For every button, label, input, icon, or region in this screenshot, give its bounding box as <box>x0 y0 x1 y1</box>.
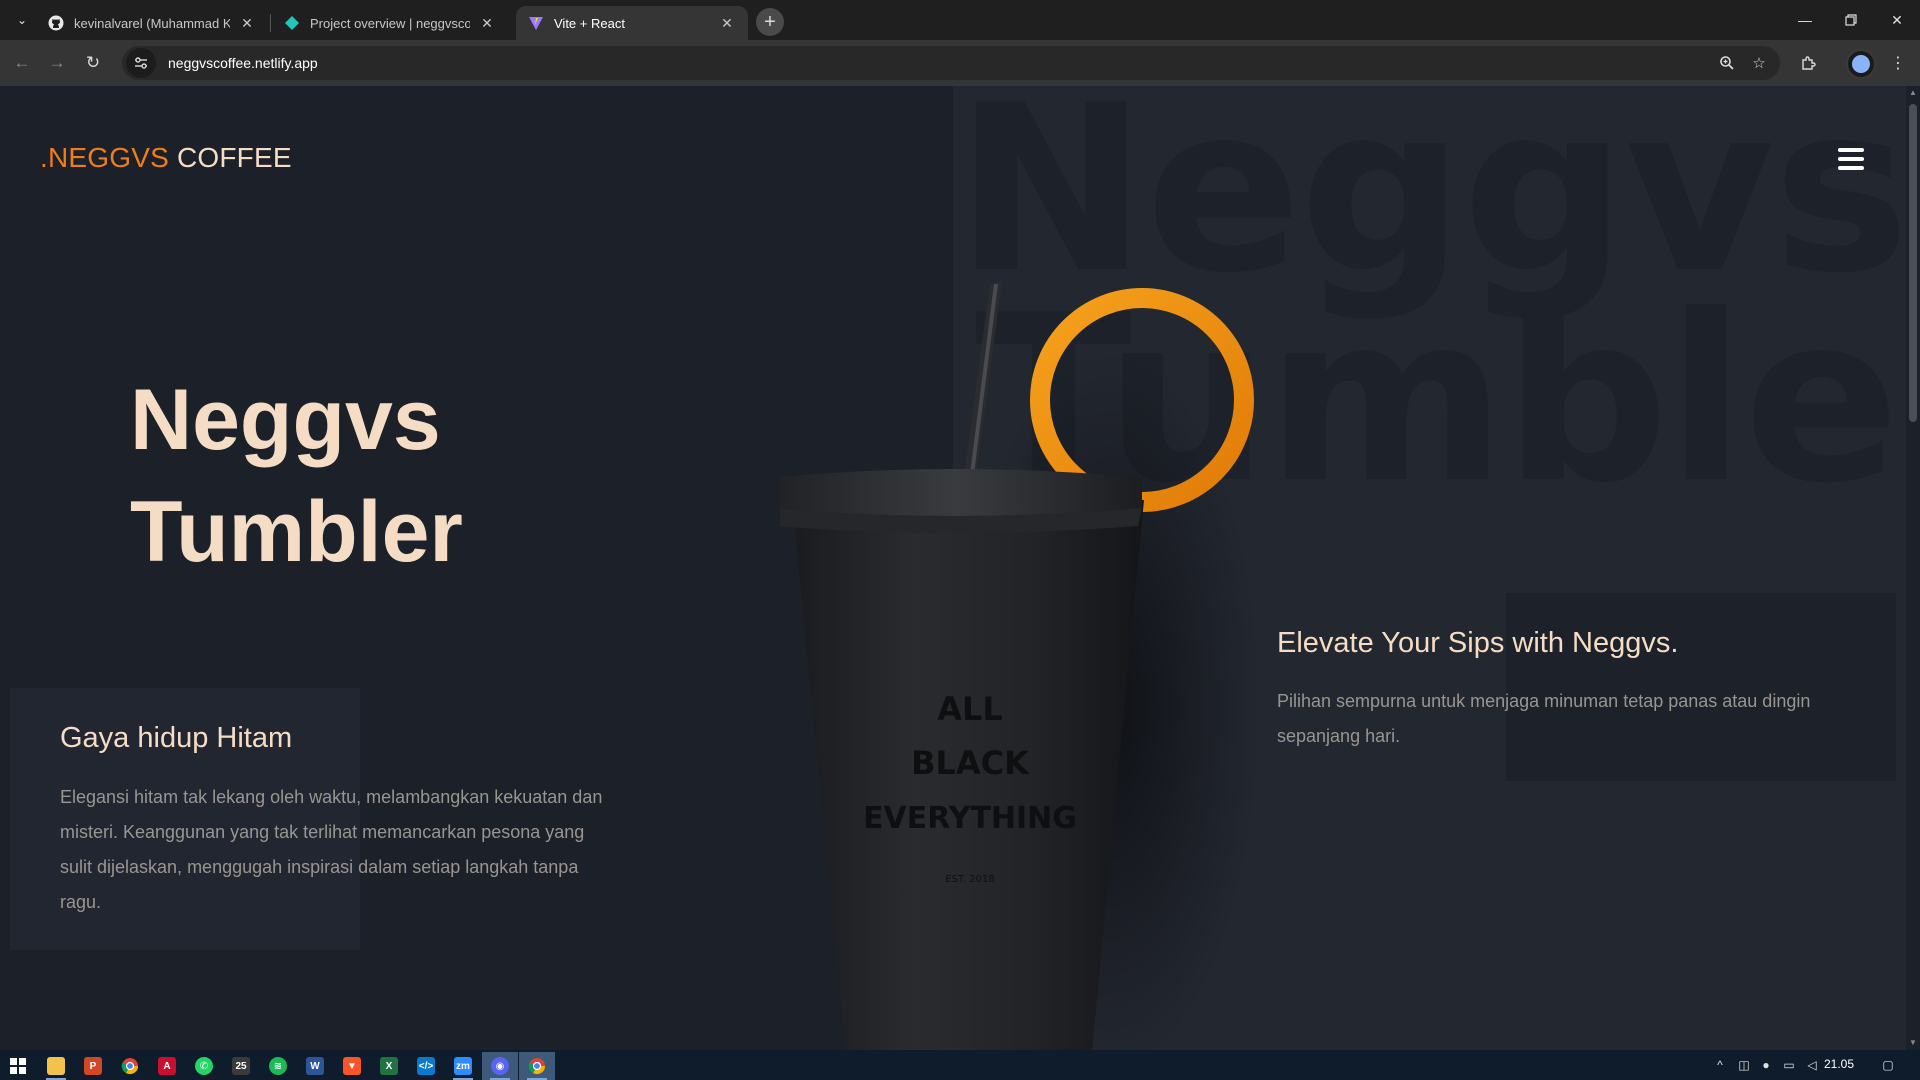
left-section-heading: Gaya hidup Hitam <box>60 722 293 754</box>
tumbler-image: ALL BLACK EVERYTHING EST. 2018 <box>780 282 1260 1050</box>
start-icon[interactable] <box>0 1052 36 1080</box>
close-window-icon[interactable]: ✕ <box>1874 0 1920 40</box>
tab-github[interactable]: kevinalvarel (Muhammad Kevin ✕ <box>36 6 268 40</box>
forward-icon[interactable]: → <box>43 49 71 77</box>
site-info-icon[interactable] <box>126 48 156 78</box>
logo-dot: . <box>40 142 48 173</box>
left-section-body: Elegansi hitam tak lekang oleh waktu, me… <box>60 787 603 912</box>
tab-close-icon[interactable]: ✕ <box>478 14 496 32</box>
github-icon <box>48 15 64 31</box>
discord-icon[interactable]: ◉ <box>482 1052 518 1080</box>
vite-icon <box>528 15 544 31</box>
tumbler-lid <box>780 469 1142 516</box>
tab-search-chevron-icon[interactable]: ⌄ <box>10 8 34 32</box>
excel-icon[interactable]: X <box>371 1052 407 1080</box>
avatar-icon <box>1852 55 1870 73</box>
tab-title: Project overview | neggvscoffee <box>310 15 470 31</box>
acrobat-icon[interactable]: A <box>149 1052 185 1080</box>
hamburger-menu-icon[interactable] <box>1838 148 1864 170</box>
profile-avatar[interactable] <box>1846 49 1876 79</box>
scrollbar-thumb[interactable] <box>1909 104 1917 422</box>
notifications-icon[interactable]: ▢ <box>1878 1056 1898 1074</box>
print-line-3: EVERYTHING <box>863 801 1077 836</box>
scroll-up-icon[interactable]: ▲ <box>1908 88 1918 98</box>
extensions-icon[interactable] <box>1794 49 1822 77</box>
site-logo[interactable]: .NEGGVS COFFEE <box>40 142 292 174</box>
menu-kebab-icon[interactable]: ⋮ <box>1884 49 1912 77</box>
tab-close-icon[interactable]: ✕ <box>238 14 256 32</box>
print-line-1: ALL <box>937 690 1003 728</box>
page-scrollbar[interactable]: ▲ ▼ <box>1906 86 1920 1050</box>
whatsapp-icon[interactable]: ✆ <box>186 1052 222 1080</box>
bookmark-star-icon[interactable]: ☆ <box>1748 52 1770 74</box>
zoom-icon[interactable]: zm <box>445 1052 481 1080</box>
zoom-icon[interactable] <box>1716 52 1738 74</box>
right-section-body: Pilihan sempurna untuk menjaga minuman t… <box>1277 691 1811 746</box>
hero-title-line-1: Neggvs <box>130 372 441 468</box>
netlify-icon <box>284 15 300 31</box>
hero-title-line-2: Tumbler <box>130 484 463 580</box>
browser-toolbar: ← → ↻ neggvscoffee.netlify.app ☆ ⋮ <box>0 40 1920 86</box>
chrome-icon[interactable] <box>112 1052 148 1080</box>
address-bar[interactable]: neggvscoffee.netlify.app ☆ <box>122 46 1780 80</box>
powerpoint-icon[interactable]: P <box>75 1052 111 1080</box>
network-icon[interactable]: ▭ <box>1780 1056 1798 1074</box>
vscode-icon[interactable]: </> <box>408 1052 444 1080</box>
hero-title: Neggvs Tumbler <box>130 364 463 588</box>
tray-overflow-chevron-icon[interactable]: ^ <box>1712 1056 1728 1074</box>
tab-title: Vite + React <box>554 15 625 31</box>
spotify-icon[interactable]: ≋ <box>260 1052 296 1080</box>
tab-separator <box>270 14 271 32</box>
tray-camera-icon[interactable]: ◫ <box>1736 1056 1752 1074</box>
tab-close-icon[interactable]: ✕ <box>718 14 736 32</box>
tab-title: kevinalvarel (Muhammad Kevin <box>74 15 230 31</box>
microphone-icon[interactable]: ● <box>1758 1056 1774 1074</box>
scroll-down-icon[interactable]: ▼ <box>1908 1038 1918 1048</box>
volume-icon[interactable]: ◁ <box>1804 1056 1820 1074</box>
tab-vite-react[interactable]: Vite + React ✕ <box>516 6 748 40</box>
webpage: Neggvs Tumbler .NEGGVS COFFEE Neggvs Tum… <box>0 86 1920 1050</box>
logo-brand: NEGGVS <box>47 142 169 173</box>
reload-icon[interactable]: ↻ <box>79 49 107 77</box>
windows-taskbar: P A ✆ 25 ≋ W ▼ X </> zm ◉ ^ ◫ ● ▭ ◁ 21.0… <box>0 1050 1920 1080</box>
logo-rest: COFFEE <box>169 142 292 173</box>
url-text[interactable]: neggvscoffee.netlify.app <box>168 55 318 71</box>
back-icon[interactable]: ← <box>8 49 36 77</box>
calendar-icon[interactable]: 25 <box>223 1052 259 1080</box>
restore-icon[interactable] <box>1828 0 1874 40</box>
chrome-icon[interactable] <box>519 1052 555 1080</box>
brave-icon[interactable]: ▼ <box>334 1052 370 1080</box>
tab-netlify[interactable]: Project overview | neggvscoffee ✕ <box>272 6 508 40</box>
file-explorer-icon[interactable] <box>38 1052 74 1080</box>
taskbar-clock[interactable]: 21.05 <box>1824 1057 1854 1071</box>
print-line-2: BLACK <box>911 744 1030 782</box>
minimize-icon[interactable]: — <box>1782 0 1828 40</box>
word-icon[interactable]: W <box>297 1052 333 1080</box>
right-section-heading: Elevate Your Sips with Neggvs. <box>1277 627 1679 659</box>
browser-tab-strip: ⌄ kevinalvarel (Muhammad Kevin ✕ Project… <box>0 0 1920 40</box>
print-est: EST. 2018 <box>945 874 994 885</box>
new-tab-button[interactable]: + <box>756 8 784 36</box>
